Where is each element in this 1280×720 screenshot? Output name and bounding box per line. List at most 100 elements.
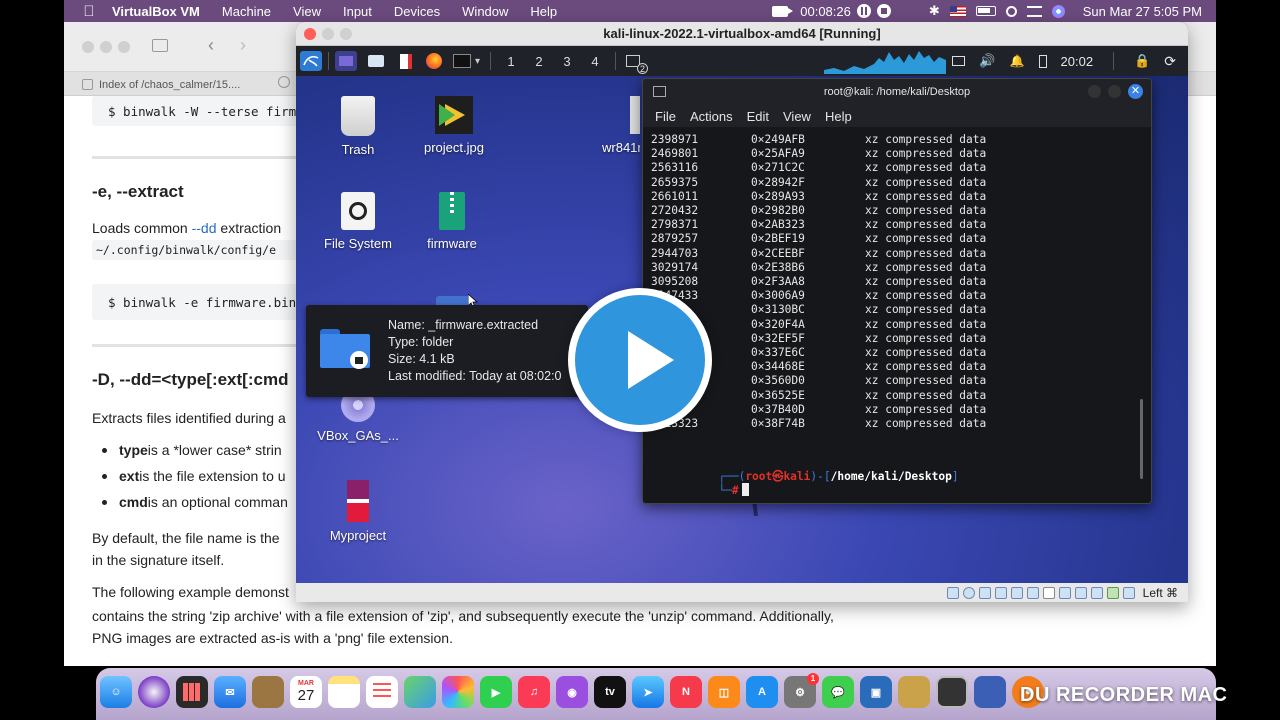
reminders-icon[interactable] (366, 676, 398, 708)
terminal-input-line[interactable]: └─# (651, 470, 749, 503)
vm-window-icon[interactable] (936, 676, 968, 708)
panel-clock[interactable]: 20:02 (1061, 54, 1094, 69)
pause-recording-icon[interactable] (856, 4, 871, 18)
virtualbox-icon[interactable]: ▣ (860, 676, 892, 708)
desktop-icon-file-system[interactable]: File System (310, 192, 406, 251)
contacts-icon[interactable] (252, 676, 284, 708)
apple-icon[interactable]:  (80, 2, 98, 20)
back-icon[interactable]: ‹ (208, 35, 214, 56)
terminal-menu-actions[interactable]: Actions (690, 109, 733, 124)
terminal-output[interactable]: 2398971 0×249AFB xz compressed data 2469801… (643, 127, 1151, 503)
display-icon[interactable] (952, 56, 966, 66)
terminal-menu-file[interactable]: File (655, 109, 676, 124)
menu-machine[interactable]: Machine (222, 4, 271, 19)
desktop-icon-firmware[interactable]: firmware (404, 192, 500, 251)
desktop-icon-trash[interactable]: Trash (310, 96, 406, 157)
sidebar-icon[interactable] (152, 39, 168, 52)
volume-icon[interactable]: 🔊 (979, 53, 995, 69)
kali-menu-icon[interactable] (300, 51, 322, 71)
terminal-menu-edit[interactable]: Edit (747, 109, 769, 124)
notification-bell-icon[interactable]: 🔔 (1010, 54, 1025, 68)
optical-drive-icon[interactable] (962, 586, 975, 599)
tv-icon[interactable]: tv (594, 676, 626, 708)
minimize-button[interactable] (1088, 85, 1101, 98)
shared-folders-icon[interactable] (1026, 586, 1039, 599)
workspace-3[interactable]: 3 (553, 54, 581, 69)
control-center-icon[interactable] (1026, 5, 1042, 17)
display-icon[interactable] (1042, 586, 1055, 599)
books-icon[interactable]: ◫ (708, 676, 740, 708)
terminal-icon[interactable] (451, 51, 473, 71)
files-icon[interactable] (365, 51, 387, 71)
lock-icon[interactable]: 🔒 (1134, 53, 1150, 69)
app-menu[interactable]: VirtualBox VM (112, 4, 200, 19)
close-icon[interactable]: ✕ (1128, 84, 1143, 99)
cpu-icon[interactable] (1090, 586, 1103, 599)
podcasts-icon[interactable]: ◉ (556, 676, 588, 708)
archive-utility-icon[interactable] (898, 676, 930, 708)
show-desktop-icon[interactable] (335, 51, 357, 71)
window-list-icon[interactable]: 2 (622, 51, 649, 74)
siri-icon[interactable] (138, 676, 170, 708)
app-store-icon[interactable]: A (746, 676, 778, 708)
forward-icon[interactable]: › (240, 35, 246, 56)
desktop-icon-wr841n[interactable]: wr841n (580, 96, 640, 155)
network-icon[interactable] (994, 586, 1007, 599)
menu-help[interactable]: Help (530, 4, 557, 19)
safari-icon[interactable]: ➤ (632, 676, 664, 708)
hdd-icon[interactable] (946, 586, 959, 599)
battery-icon[interactable] (975, 6, 996, 16)
news-icon[interactable]: N (670, 676, 702, 708)
workspace-2[interactable]: 2 (525, 54, 553, 69)
mouse-integration-icon[interactable] (1074, 586, 1087, 599)
finder-icon[interactable]: ☺ (100, 676, 132, 708)
close-window-button[interactable] (82, 41, 94, 53)
music-icon[interactable]: ♫ (518, 676, 550, 708)
workspace-4[interactable]: 4 (581, 54, 609, 69)
dd-link[interactable]: --dd (192, 220, 217, 236)
system-preferences-icon[interactable]: ⚙ 1 (784, 673, 819, 708)
usb-icon[interactable] (1010, 586, 1023, 599)
recording-icon[interactable] (1058, 586, 1071, 599)
menu-input[interactable]: Input (343, 4, 372, 19)
siri-icon[interactable] (1051, 4, 1065, 18)
maximize-window-button[interactable] (340, 28, 352, 40)
terminal-menu-view[interactable]: View (783, 109, 811, 124)
desktop-icon-myproject[interactable]: Myproject (310, 480, 406, 543)
close-window-button[interactable] (304, 28, 316, 40)
mail-icon[interactable]: ✉ (214, 676, 246, 708)
launchpad-icon[interactable] (176, 676, 208, 708)
logout-icon[interactable]: ⟳ (1164, 53, 1176, 70)
minimize-window-button[interactable] (322, 28, 334, 40)
workspace-1[interactable]: 1 (497, 54, 525, 69)
maximize-button[interactable] (1108, 85, 1121, 98)
play-button[interactable] (568, 288, 712, 432)
bluetooth-icon[interactable]: ✱ (929, 3, 940, 19)
messages-icon[interactable]: 💬 (822, 676, 854, 708)
audio-icon[interactable] (978, 586, 991, 599)
running-app-icon[interactable] (974, 676, 1006, 708)
menu-devices[interactable]: Devices (394, 4, 440, 19)
chevron-down-icon[interactable]: ▾ (475, 56, 480, 67)
firefox-icon[interactable] (423, 51, 445, 71)
menu-window[interactable]: Window (462, 4, 508, 19)
text-editor-icon[interactable] (395, 51, 417, 71)
photos-icon[interactable] (442, 676, 474, 708)
minimize-window-button[interactable] (100, 41, 112, 53)
keyboard-icon[interactable] (1122, 586, 1135, 599)
clock-date[interactable]: Sun Mar 27 5:05 PM (1083, 4, 1202, 19)
calendar-icon[interactable]: MAR 27 (290, 676, 322, 708)
menu-view[interactable]: View (293, 4, 321, 19)
search-icon[interactable] (1005, 5, 1017, 17)
notes-icon[interactable] (328, 676, 360, 708)
facetime-icon[interactable]: ▶ (480, 676, 512, 708)
browser-tab[interactable]: Index of /chaos_calmer/15.... (82, 75, 282, 94)
us-flag-icon[interactable] (949, 5, 966, 17)
maximize-window-button[interactable] (118, 41, 130, 53)
desktop-icon-project-jpg[interactable]: project.jpg (406, 96, 502, 155)
stop-recording-icon[interactable] (876, 4, 891, 18)
battery-icon[interactable] (1038, 54, 1047, 68)
terminal-menu-help[interactable]: Help (825, 109, 852, 124)
terminal-scrollbar[interactable] (1140, 399, 1143, 479)
guest-additions-icon[interactable] (1106, 586, 1119, 599)
